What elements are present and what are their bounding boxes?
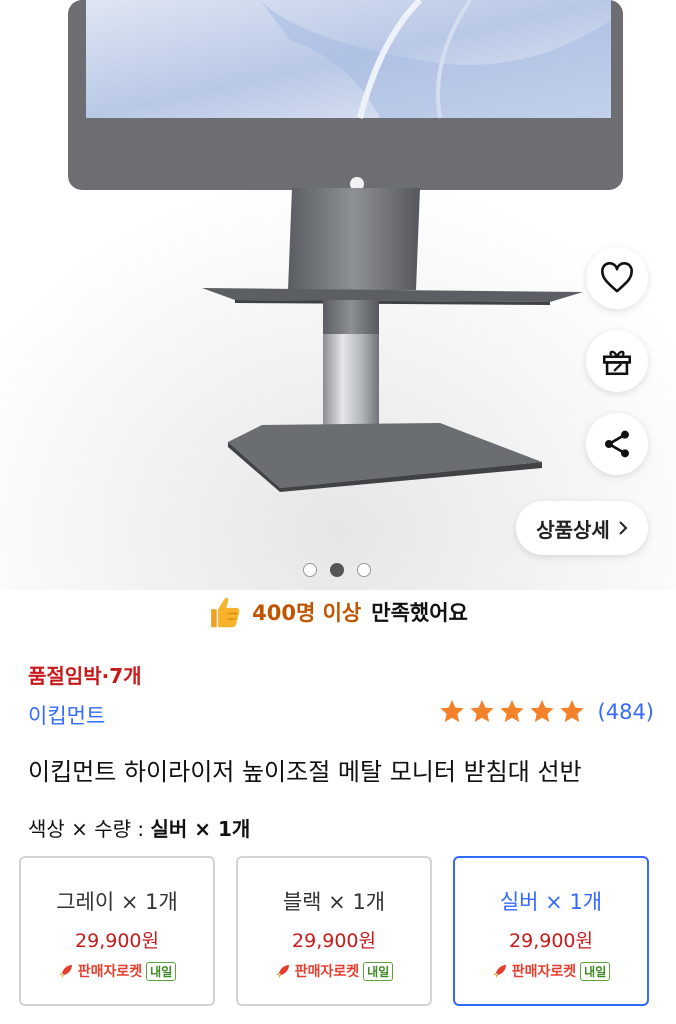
delivery-badge: 판매자로켓 내일 (275, 961, 394, 981)
share-icon (605, 430, 629, 458)
delivery-tag: 내일 (363, 961, 394, 981)
rocket-icon (492, 965, 506, 978)
stock-warning: 품절임박·7개 (28, 664, 142, 688)
option-price: 29,900원 (509, 930, 593, 952)
option-name: 실버 × 1개 (499, 890, 603, 914)
product-detail-label: 상품상세 (536, 517, 610, 542)
option-summary: 색상 × 수량 : 실버 × 1개 (28, 813, 250, 842)
option-price: 29,900원 (75, 930, 159, 952)
product-detail-button[interactable]: 상품상세 (516, 501, 648, 555)
option-list: 그레이 × 1개 29,900원 판매자로켓 내일 블랙 × 1개 29,900… (19, 856, 649, 1006)
gift-button[interactable] (586, 330, 648, 392)
option-name: 그레이 × 1개 (56, 890, 178, 914)
delivery-tag: 내일 (580, 961, 611, 981)
option-card-black[interactable]: 블랙 × 1개 29,900원 판매자로켓 내일 (236, 856, 432, 1006)
wishlist-button[interactable] (586, 247, 648, 309)
satisfaction-banner: 400명 이상 만족했어요 (0, 590, 676, 634)
brand-link[interactable]: 이킵먼트 (28, 700, 105, 730)
carousel-indicator (303, 563, 371, 577)
carousel-dot-active[interactable] (330, 563, 344, 577)
delivery-label: 판매자로켓 (511, 964, 577, 980)
star-rating-icon (439, 700, 584, 722)
carousel-dot[interactable] (303, 563, 317, 577)
delivery-badge: 판매자로켓 내일 (58, 961, 177, 981)
option-price: 29,900원 (292, 930, 376, 952)
delivery-badge: 판매자로켓 내일 (492, 961, 611, 981)
product-title: 이킵먼트 하이라이저 높이조절 메탈 모니터 받침대 선반 (28, 758, 582, 786)
heart-icon (601, 262, 633, 293)
rating[interactable]: (484) (438, 698, 654, 726)
option-summary-label: 색상 × 수량 : (28, 817, 151, 841)
delivery-label: 판매자로켓 (77, 964, 143, 980)
carousel-dot[interactable] (357, 563, 371, 577)
delivery-label: 판매자로켓 (294, 964, 360, 980)
rocket-icon (58, 965, 72, 978)
option-card-silver[interactable]: 실버 × 1개 29,900원 판매자로켓 내일 (453, 856, 649, 1006)
option-name: 블랙 × 1개 (282, 890, 386, 914)
option-card-gray[interactable]: 그레이 × 1개 29,900원 판매자로켓 내일 (19, 856, 215, 1006)
delivery-tag: 내일 (146, 961, 177, 981)
thumbs-up-icon (211, 597, 240, 628)
rocket-icon (275, 965, 289, 978)
satisfaction-text: 만족했어요 (371, 601, 468, 625)
option-summary-value: 실버 × 1개 (150, 817, 251, 841)
gift-icon (602, 350, 632, 376)
chevron-right-icon (619, 521, 628, 535)
satisfaction-count: 400명 이상 (252, 601, 362, 625)
review-count[interactable]: (484) (598, 700, 654, 724)
share-button[interactable] (586, 413, 648, 475)
product-image[interactable]: 상품상세 (0, 0, 676, 590)
